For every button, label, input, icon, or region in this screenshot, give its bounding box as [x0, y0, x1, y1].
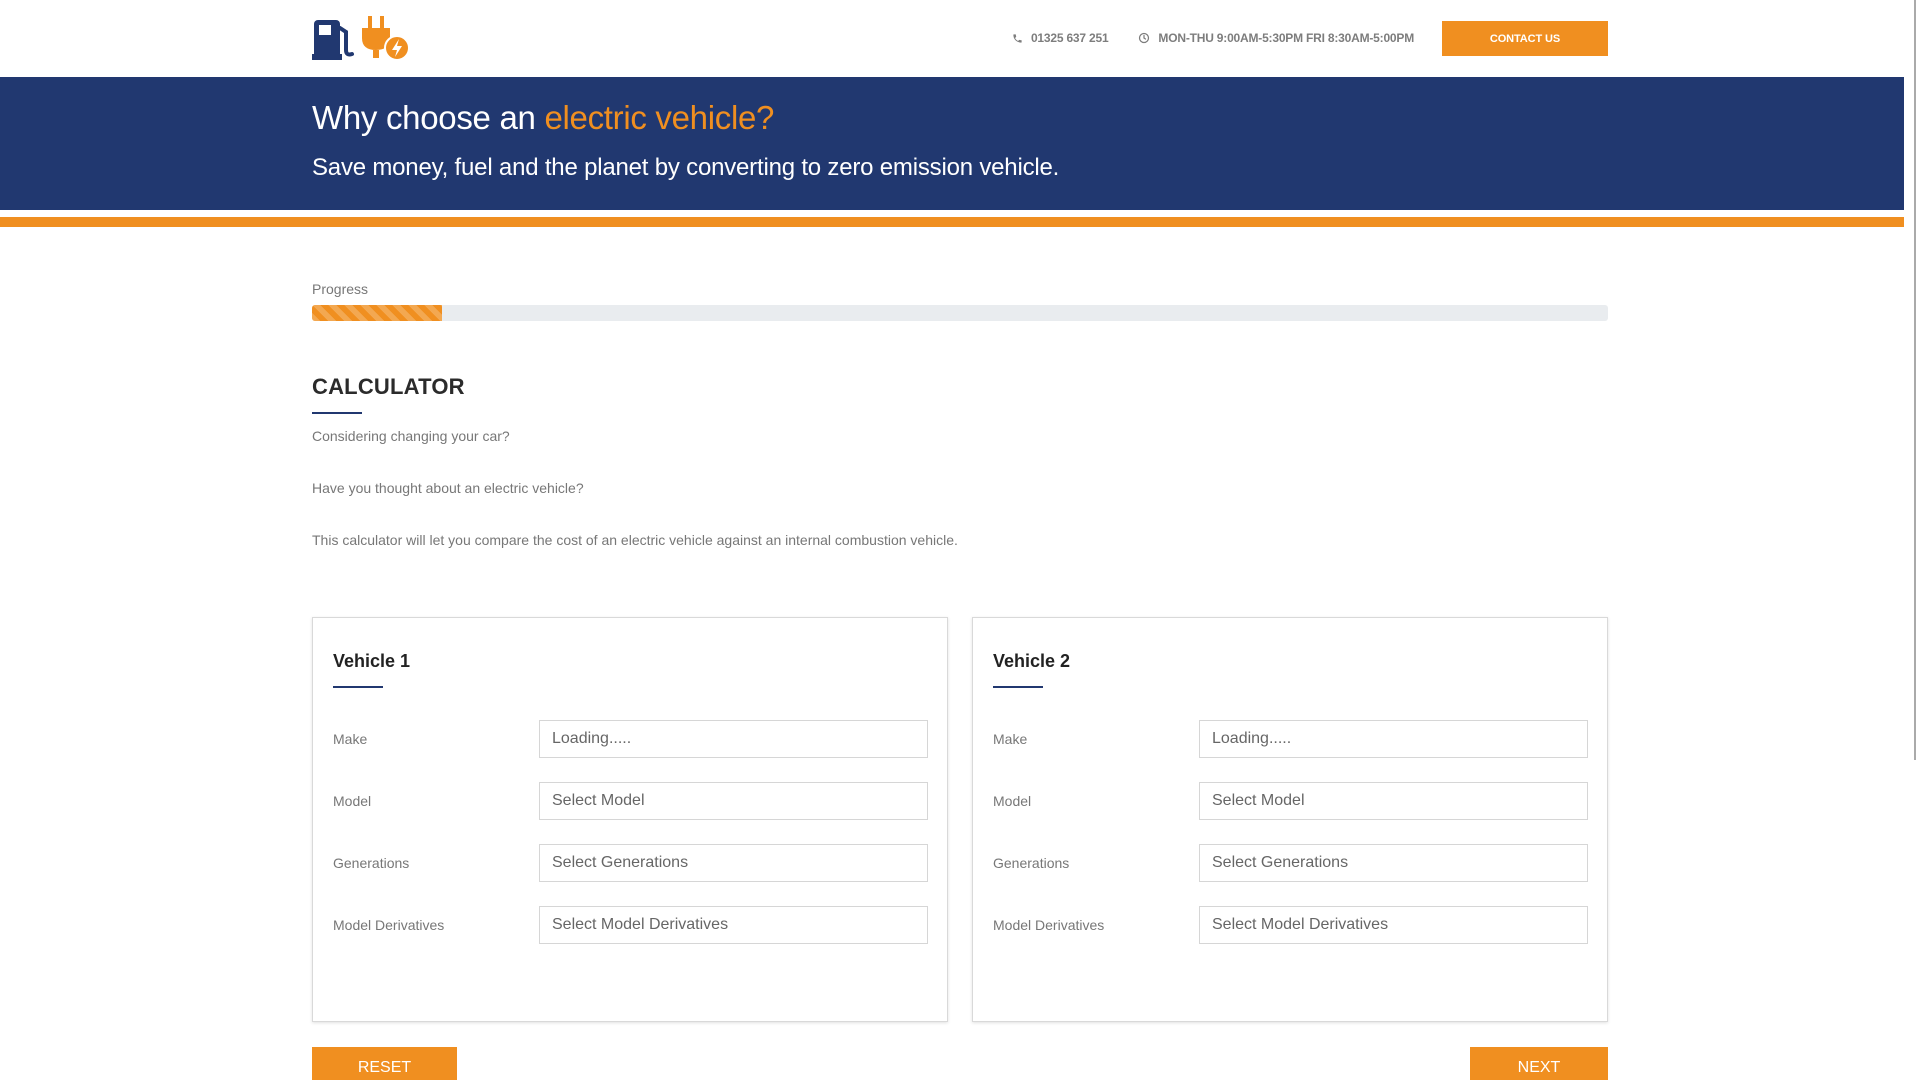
model-label: Model [993, 793, 1032, 809]
hours-text: MON-THU 9:00AM-5:30PM FRI 8:30AM-5:00PM [1158, 31, 1414, 45]
title-underline [312, 412, 362, 414]
phone-icon [1013, 33, 1022, 43]
generations-label: Generations [333, 855, 410, 871]
generations-label: Generations [993, 855, 1070, 871]
vehicle-1-title: Vehicle 1 [333, 651, 411, 671]
hero-subtitle: Save money, fuel and the planet by conve… [312, 154, 1060, 181]
fuel-pump-icon [312, 16, 410, 61]
hero-accent-stripe [0, 217, 1920, 227]
progress-bar [312, 305, 1608, 321]
vehicle-2-title: Vehicle 2 [993, 651, 1071, 671]
contact-us-button[interactable]: CONTACT US [1442, 21, 1608, 56]
vehicle-1-card: Vehicle 1 Make Loading..... Model Select… [312, 617, 948, 1022]
model-derivatives-label: Model Derivatives [333, 917, 445, 933]
clock-icon [1139, 32, 1150, 44]
scrollbar-thumb[interactable] [1914, 0, 1916, 760]
intro-line-3: This calculator will let you compare the… [312, 532, 958, 548]
progress-label: Progress [312, 281, 369, 297]
reset-button[interactable]: RESET [312, 1047, 457, 1080]
vehicle-2-card: Vehicle 2 Make Loading..... Model Select… [972, 617, 1608, 1022]
progress-fill [312, 305, 442, 321]
hero-title-prefix: Why choose an [312, 99, 545, 136]
site-header: 01325 637 251 MON-THU 9:00AM-5:30PM FRI … [0, 0, 1920, 77]
vehicle-1-generations-select[interactable]: Select Generations [539, 844, 928, 882]
vehicle-2-model-select[interactable]: Select Model [1199, 782, 1588, 820]
hero-title-accent: electric vehicle? [544, 99, 775, 136]
site-logo[interactable] [312, 14, 416, 62]
phone-number: 01325 637 251 [1030, 31, 1109, 45]
next-button[interactable]: NEXT [1470, 1047, 1608, 1080]
intro-line-1: Considering changing your car? [312, 428, 510, 444]
opening-hours: MON-THU 9:00AM-5:30PM FRI 8:30AM-5:00PM [1138, 31, 1414, 45]
model-derivatives-label: Model Derivatives [993, 917, 1105, 933]
card-title-underline [993, 686, 1043, 688]
phone-contact[interactable]: 01325 637 251 [1012, 31, 1109, 45]
vehicle-1-make-select[interactable]: Loading..... [539, 720, 928, 758]
model-label: Model [333, 793, 372, 809]
hero-title: Why choose an electric vehicle? [312, 99, 774, 137]
hero-banner: Why choose an electric vehicle? Save mon… [0, 77, 1920, 210]
vehicle-2-make-select[interactable]: Loading..... [1199, 720, 1588, 758]
vehicle-1-model-derivatives-select[interactable]: Select Model Derivatives [539, 906, 928, 944]
electric-plug-icon [362, 16, 410, 61]
vehicle-1-model-select[interactable]: Select Model [539, 782, 928, 820]
page-scrollbar[interactable] [1904, 0, 1920, 1080]
card-title-underline [333, 686, 383, 688]
contact-info: 01325 637 251 MON-THU 9:00AM-5:30PM FRI … [1012, 31, 1414, 45]
vehicle-2-generations-select[interactable]: Select Generations [1199, 844, 1588, 882]
intro-line-2: Have you thought about an electric vehic… [312, 480, 584, 496]
make-label: Make [993, 731, 1028, 747]
make-label: Make [333, 731, 368, 747]
calculator-title: CALCULATOR [312, 374, 465, 399]
vehicle-2-model-derivatives-select[interactable]: Select Model Derivatives [1199, 906, 1588, 944]
